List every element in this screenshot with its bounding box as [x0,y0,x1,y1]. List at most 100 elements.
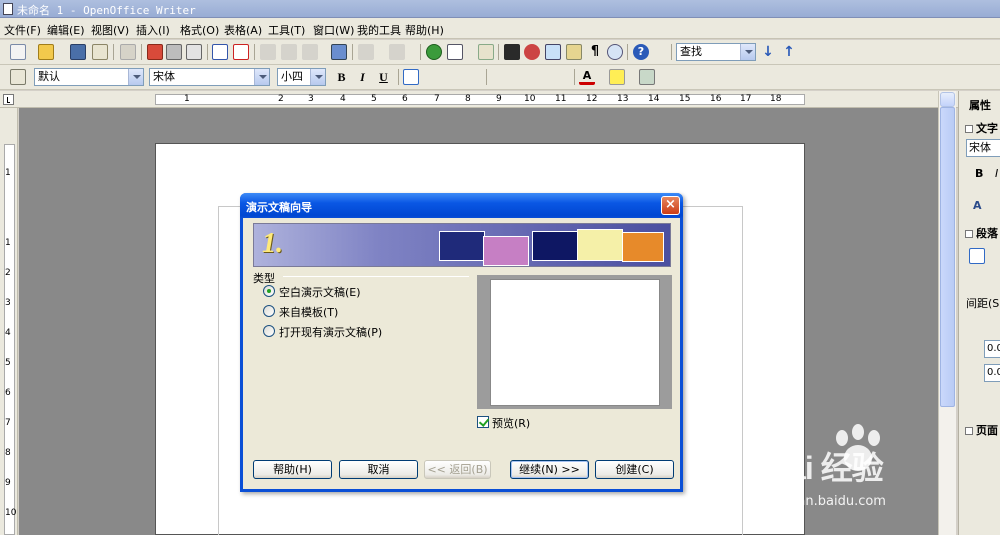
increase-indent-icon[interactable] [553,69,569,85]
align-right-icon[interactable] [444,69,460,85]
decrease-indent-icon[interactable] [532,69,548,85]
menu-file[interactable]: 文件(F) [4,22,41,38]
preview-checkbox[interactable] [477,416,489,428]
gallery-icon[interactable] [545,44,561,60]
justify-icon[interactable] [465,69,481,85]
menu-window[interactable]: 窗口(W) [313,22,354,38]
bold-button[interactable]: B [333,69,350,86]
chevron-down-icon[interactable] [310,69,325,85]
menu-edit[interactable]: 编辑(E) [47,22,85,38]
sidebar-italic-button[interactable]: I [995,167,998,180]
sidebar-line-spacing-icon[interactable] [969,391,985,407]
navigator-icon[interactable] [524,44,540,60]
sidebar-align-left-icon[interactable] [969,248,985,264]
data-sources-icon[interactable] [566,44,582,60]
radio-button[interactable] [263,285,275,297]
new-document-icon[interactable] [10,44,26,60]
pilcrow-icon[interactable]: ¶ [587,44,603,60]
sidebar-spacing-icon[interactable] [969,313,985,329]
find-previous-arrow-icon[interactable]: ↑ [781,44,797,60]
highlighting-icon[interactable] [609,69,625,85]
print-icon[interactable] [166,44,182,60]
redo-icon[interactable] [389,44,405,60]
next-button[interactable]: 继续(N) >> [510,460,589,479]
find-input[interactable]: 查找 [676,43,756,61]
italic-button[interactable]: I [354,69,371,86]
styles-formatting-icon[interactable] [10,69,26,85]
font-size-select[interactable]: 小四 [277,68,326,86]
find-replace-icon[interactable] [504,44,520,60]
menu-insert[interactable]: 插入(I) [136,22,170,38]
radio-button[interactable] [263,325,275,337]
cancel-button[interactable]: 取消 [339,460,418,479]
cut-icon[interactable] [260,44,276,60]
create-button[interactable]: 创建(C) [595,460,674,479]
draw-functions-icon[interactable] [478,44,494,60]
slide-thumbnail-icon [483,236,529,266]
toolbar-separator [627,44,628,60]
help-button[interactable]: 帮助(H) [253,460,332,479]
clone-format-icon[interactable] [331,44,347,60]
menu-format[interactable]: 格式(O) [180,22,219,38]
align-center-icon[interactable] [424,69,440,85]
edit-file-icon[interactable] [120,44,136,60]
zoom-icon[interactable] [607,44,623,60]
numbering-icon[interactable] [491,69,507,85]
window-title: 未命名 1 - OpenOffice Writer [17,4,196,17]
sidebar-spacing-below-input[interactable]: 0.0 [984,364,1000,382]
font-size-value: 小四 [281,70,303,83]
sidebar-font-select[interactable]: 宋体 [966,139,1000,157]
open-folder-icon[interactable] [38,44,54,60]
menu-view[interactable]: 视图(V) [91,22,129,38]
help-icon[interactable]: ? [633,44,649,60]
table-icon[interactable] [447,44,463,60]
toolbar-separator [254,44,255,60]
close-icon[interactable]: × [661,196,680,215]
font-color-icon[interactable]: A [973,199,982,212]
menu-help[interactable]: 帮助(H) [405,22,444,38]
ruler-number: 5 [5,358,11,368]
scroll-up-button[interactable] [940,92,955,107]
align-left-icon[interactable] [403,69,419,85]
email-icon[interactable] [92,44,108,60]
sidebar-bullets-icon[interactable] [969,274,985,290]
copy-icon[interactable] [281,44,297,60]
hyperlink-icon[interactable] [426,44,442,60]
sidebar-bold-button[interactable]: B [975,167,983,180]
export-pdf-icon[interactable] [147,44,163,60]
tab-stop-type-icon[interactable] [3,94,14,105]
menu-my-tools[interactable]: 我的工具 [357,22,401,38]
chevron-down-icon[interactable] [254,69,269,85]
bullets-icon[interactable] [512,69,528,85]
scrollbar-thumb[interactable] [940,107,955,407]
print-preview-icon[interactable] [186,44,202,60]
radio-button[interactable] [263,305,275,317]
paragraph-style-select[interactable]: 默认 [34,68,144,86]
chevron-down-icon[interactable] [128,69,143,85]
menu-tools[interactable]: 工具(T) [268,22,305,38]
chevron-down-icon[interactable] [740,44,755,60]
horizontal-ruler[interactable]: 1 2 3 4 5 6 7 8 9 10 11 12 13 14 15 16 1… [0,91,958,108]
preview-frame [477,275,672,409]
sidebar-spacing-above-input[interactable]: 0.0 [984,340,1000,358]
sidebar-above-spacing-icon[interactable] [967,343,983,359]
menu-table[interactable]: 表格(A) [224,22,262,38]
back-button[interactable]: << 返回(B) [424,460,491,479]
sidebar-section-paragraph[interactable]: 段落 [965,225,998,241]
collapse-icon[interactable] [965,125,973,133]
font-color-icon[interactable]: A [579,69,595,85]
find-next-arrow-icon[interactable]: ↓ [760,44,776,60]
paste-icon[interactable] [302,44,318,60]
spellcheck-icon[interactable] [212,44,228,60]
auto-spellcheck-icon[interactable] [233,44,249,60]
dialog-title-bar[interactable]: 演示文稿向导 × [240,193,683,218]
save-icon[interactable] [70,44,86,60]
background-color-icon[interactable] [639,69,655,85]
collapse-icon[interactable] [965,230,973,238]
underline-button[interactable]: U [375,69,392,86]
vertical-ruler[interactable]: 1 1 2 3 4 5 6 7 8 9 10 [0,108,18,535]
undo-icon[interactable] [358,44,374,60]
font-name-select[interactable]: 宋体 [149,68,270,86]
sidebar-section-text[interactable]: 文字 [965,120,998,136]
sidebar-below-spacing-icon[interactable] [967,367,983,383]
